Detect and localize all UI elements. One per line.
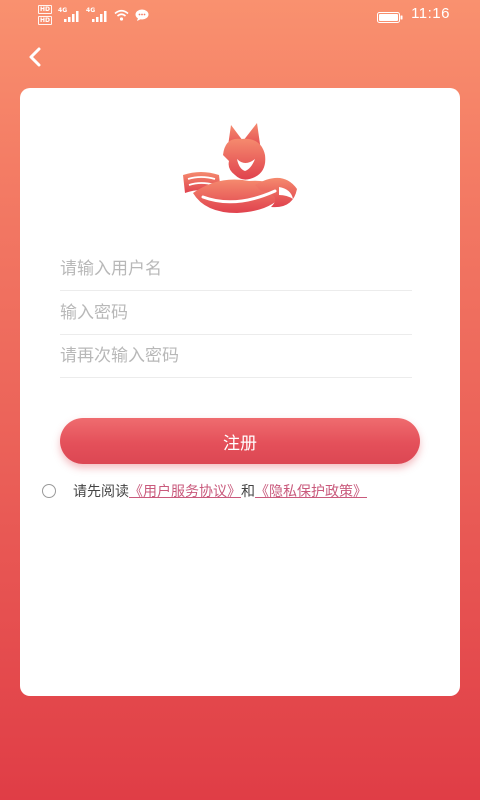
signal-icon: 4G — [58, 7, 80, 23]
status-time: 11:16 — [411, 5, 450, 22]
user-agreement-link[interactable]: 《用户服务协议》 — [129, 481, 241, 501]
back-button[interactable] — [22, 44, 48, 70]
hd-badge: HD — [38, 16, 53, 25]
confirm-password-field — [60, 335, 412, 378]
status-bar: HD HD 4G 4G 11:16 — [0, 0, 480, 30]
status-right: 11:16 — [377, 5, 450, 23]
signal-icon: 4G — [86, 7, 108, 23]
agreement-radio[interactable] — [42, 484, 56, 498]
message-icon — [135, 6, 149, 25]
agreement-prefix: 请先阅读 — [73, 484, 129, 500]
chevron-left-icon — [29, 47, 41, 67]
wifi-icon — [114, 6, 129, 25]
hd-icon: HD HD — [38, 5, 53, 25]
agreement-row: 请先阅读 《用户服务协议》 和 《隐私保护政策》 — [42, 478, 452, 504]
register-button[interactable]: 注册 — [60, 418, 420, 464]
battery-icon — [377, 8, 403, 23]
password-field — [60, 292, 412, 335]
confirm-password-input[interactable] — [60, 343, 400, 369]
fox-logo-icon — [179, 115, 299, 220]
password-input[interactable] — [60, 300, 400, 326]
status-left: HD HD 4G 4G — [38, 5, 149, 25]
username-input[interactable] — [60, 256, 400, 282]
hd-badge: HD — [38, 5, 53, 14]
privacy-policy-link[interactable]: 《隐私保护政策》 — [255, 481, 367, 501]
agreement-conjunction: 和 — [241, 484, 255, 500]
username-field — [60, 248, 412, 291]
register-card: 注册 请先阅读 《用户服务协议》 和 《隐私保护政策》 — [20, 88, 460, 696]
